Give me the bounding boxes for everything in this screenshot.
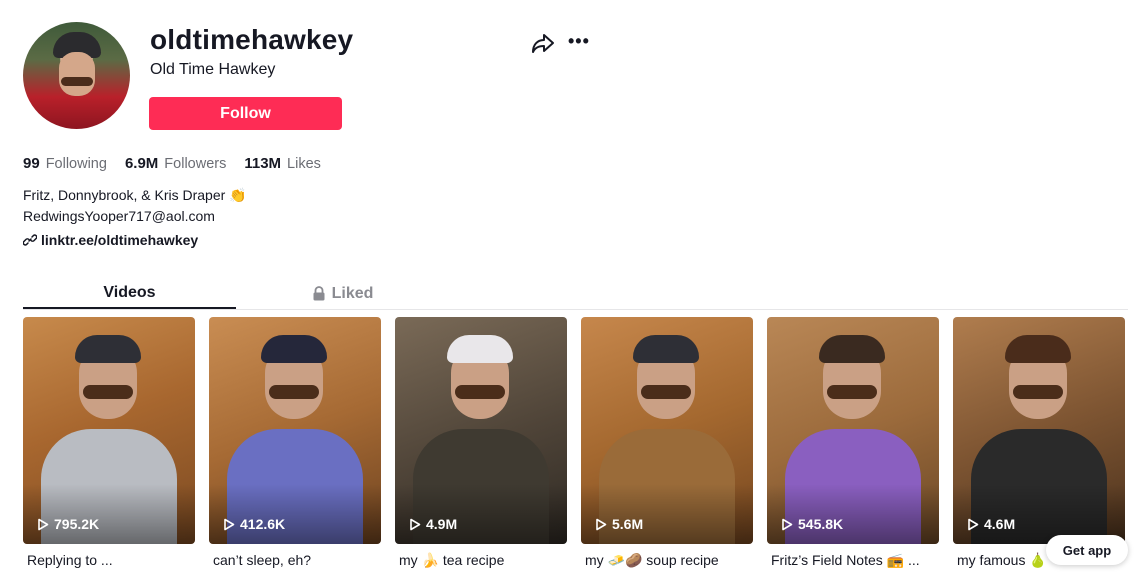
video-views: 4.9M [409,516,457,532]
profile-bio: Fritz, Donnybrook, & Kris Draper 👏 Redwi… [23,185,247,227]
video-card[interactable]: 795.2K Replying to ... [23,317,195,569]
video-card[interactable]: 412.6K can’t sleep, eh? [209,317,381,569]
tab-videos[interactable]: Videos [23,278,236,309]
video-thumbnail[interactable]: 545.8K [767,317,939,544]
avatar-face [59,52,95,96]
play-icon [410,518,421,530]
lock-icon [313,286,325,301]
thumb-figure [827,385,877,399]
stat-likes: 113M Likes [244,155,321,172]
stat-followers-label: Followers [164,156,227,172]
thumb-shade [581,484,753,544]
thumb-figure [83,385,133,399]
thumb-figure [1005,335,1071,363]
thumb-figure [269,385,319,399]
video-thumbnail[interactable]: 795.2K [23,317,195,544]
thumb-shade [395,484,567,544]
video-views-count: 4.6M [984,516,1016,532]
video-views-count: 4.9M [426,516,458,532]
thumb-figure [261,335,327,363]
thumb-shade [767,484,939,544]
video-grid: 795.2K Replying to ... 412.6K can’t slee… [23,317,1125,569]
profile-username: oldtimehawkey [150,24,354,55]
thumb-figure [641,385,691,399]
video-card[interactable]: 4.6M my famous 🍐 [953,317,1125,569]
link-icon [23,234,37,246]
video-views-count: 795.2K [54,516,100,532]
thumb-figure [447,335,513,363]
thumb-figure [1013,385,1063,399]
thumb-shade [23,484,195,544]
stat-likes-label: Likes [287,156,321,172]
stat-following-count: 99 [23,155,40,172]
stat-following[interactable]: 99 Following [23,155,107,172]
video-views: 4.6M [967,516,1015,532]
video-views: 5.6M [595,516,643,532]
thumb-figure [819,335,885,363]
video-thumbnail[interactable]: 412.6K [209,317,381,544]
video-views-count: 545.8K [798,516,844,532]
video-thumbnail[interactable]: 4.9M [395,317,567,544]
video-views: 412.6K [223,516,285,532]
tab-liked[interactable]: Liked [236,278,449,309]
video-views: 545.8K [781,516,843,532]
video-caption[interactable]: can’t sleep, eh? [209,552,381,568]
avatar[interactable] [23,22,130,129]
video-caption[interactable]: my 🧈🥔 soup recipe [581,552,753,569]
video-caption[interactable]: Replying to ... [23,552,195,568]
profile-link[interactable]: linktr.ee/oldtimehawkey [23,232,198,248]
profile-link-text: linktr.ee/oldtimehawkey [41,232,199,248]
profile-nickname: Old Time Hawkey [150,61,276,78]
video-card[interactable]: 4.9M my 🍌 tea recipe [395,317,567,569]
thumb-figure [633,335,699,363]
get-app-button[interactable]: Get app [1046,535,1128,565]
play-icon [968,518,979,530]
play-icon [224,518,235,530]
thumb-figure [455,385,505,399]
thumb-figure [75,335,141,363]
stat-likes-count: 113M [244,155,282,172]
video-thumbnail[interactable]: 5.6M [581,317,753,544]
video-caption[interactable]: my 🍌 tea recipe [395,552,567,569]
stat-followers-count: 6.9M [124,155,159,172]
profile-stats: 99 Following 6.9M Followers 113M Likes [23,155,339,172]
follow-button[interactable]: Follow [149,97,342,130]
play-icon [782,518,793,530]
video-thumbnail[interactable]: 4.6M [953,317,1125,544]
stat-following-label: Following [45,156,107,172]
video-views-count: 5.6M [612,516,644,532]
stat-followers[interactable]: 6.9M Followers [125,155,226,172]
play-icon [596,518,607,530]
more-icon[interactable]: ••• [568,30,594,52]
video-card[interactable]: 5.6M my 🧈🥔 soup recipe [581,317,753,569]
video-caption[interactable]: Fritz’s Field Notes 📻 ... [767,552,939,569]
bio-line-2: RedwingsYooper717@aol.com [23,208,215,224]
video-views: 795.2K [37,516,99,532]
avatar-mustache [61,77,93,86]
profile-tabs: Videos Liked [23,278,1128,310]
tab-liked-label: Liked [331,284,374,302]
share-icon[interactable] [531,32,555,54]
bio-line-1: Fritz, Donnybrook, & Kris Draper 👏 [23,187,247,203]
tab-videos-label: Videos [103,283,156,301]
play-icon [38,518,49,530]
video-card[interactable]: 545.8K Fritz’s Field Notes 📻 ... [767,317,939,569]
thumb-shade [209,484,381,544]
video-views-count: 412.6K [240,516,286,532]
